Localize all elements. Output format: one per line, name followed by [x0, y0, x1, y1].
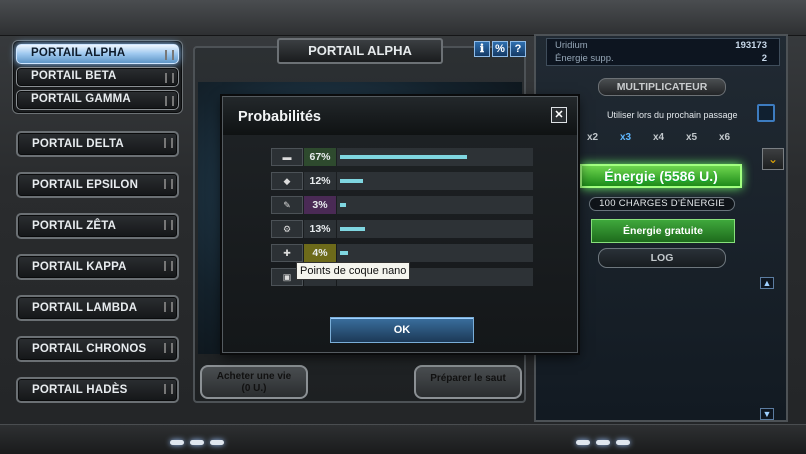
close-icon[interactable]: ✕: [551, 107, 567, 123]
chevron-down-icon[interactable]: ⌄: [762, 148, 784, 170]
wrench-icon: ✎: [271, 196, 303, 214]
multiplier-x4[interactable]: x4: [653, 132, 664, 143]
indicator-lights-right: [576, 440, 630, 445]
prepare-jump-label: Préparer le saut: [430, 373, 506, 384]
nav-portail-gamma[interactable]: PORTAIL GAMMA: [16, 90, 179, 110]
probability-bar: [340, 227, 365, 231]
extra-energy-value: 2: [761, 53, 767, 64]
probability-row: ⚙ 13%: [271, 220, 535, 238]
nav-portail-delta[interactable]: PORTAIL DELTA: [16, 131, 179, 157]
buy-life-cost: (0 U.): [241, 383, 267, 394]
probability-track: [337, 196, 533, 214]
multiplier-x3[interactable]: x3: [620, 132, 631, 143]
ammo-icon: ▬: [271, 148, 303, 166]
probability-percent: 4%: [304, 244, 336, 262]
multiplier-options: x2 x3 x4 x5 x6: [585, 132, 743, 146]
probability-bar: [340, 251, 348, 255]
scroll-up-icon[interactable]: ▲: [760, 277, 774, 289]
nav-portail-hades[interactable]: PORTAIL HADÈS: [16, 377, 179, 403]
probability-track: [337, 220, 533, 238]
buy-life-label: Acheter une vie: [216, 371, 292, 382]
info-icon[interactable]: ℹ: [474, 41, 490, 57]
multiplier-x5[interactable]: x5: [686, 132, 697, 143]
probability-percent: 12%: [304, 172, 336, 190]
nav-portail-alpha[interactable]: PORTAIL ALPHA: [16, 44, 179, 64]
nav-portail-chronos[interactable]: PORTAIL CHRONOS: [16, 336, 179, 362]
nav-portail-lambda[interactable]: PORTAIL LAMBDA: [16, 295, 179, 321]
probability-track: [337, 148, 533, 166]
extra-energy-label: Énergie supp.: [555, 53, 614, 64]
probability-percent: 67%: [304, 148, 336, 166]
gear-icon: ⚙: [271, 220, 303, 238]
nav-portail-epsilon[interactable]: PORTAIL EPSILON: [16, 172, 179, 198]
multiplier-x2[interactable]: x2: [587, 132, 598, 143]
rocket-icon: ◆: [271, 172, 303, 190]
uridium-row: Uridium 193173: [547, 39, 779, 52]
prepare-jump-button[interactable]: Préparer le saut: [414, 365, 522, 399]
probability-bar: [340, 155, 467, 159]
tooltip: Points de coque nano: [296, 262, 411, 280]
probabilities-dialog: Probabilités ✕ ▬67%◆12%✎3%⚙13%✚4%▣1% OK: [222, 96, 578, 353]
buy-life-button[interactable]: Acheter une vie (0 U.): [200, 365, 308, 399]
indicator-lights-left: [170, 440, 224, 445]
resources-box: Uridium 193173 Énergie supp. 2: [546, 38, 780, 66]
energy-charges-label: 100 CHARGES D'ÉNERGIE: [589, 197, 735, 211]
game-window: PORTAIL ALPHA PORTAIL BETA PORTAIL GAMMA…: [0, 0, 806, 454]
nav-portail-kappa[interactable]: PORTAIL KAPPA: [16, 254, 179, 280]
probability-track: [337, 172, 533, 190]
probability-row: ▬ 67%: [271, 148, 535, 166]
gate-title: PORTAIL ALPHA: [277, 38, 443, 64]
help-icon[interactable]: ?: [510, 41, 526, 57]
percent-icon[interactable]: %: [492, 41, 508, 57]
probability-row: ✚ 4%: [271, 244, 535, 262]
scroll-down-icon[interactable]: ▼: [760, 408, 774, 420]
multiplier-button[interactable]: MULTIPLICATEUR: [598, 78, 726, 96]
ok-button[interactable]: OK: [330, 317, 474, 343]
multiplier-x6[interactable]: x6: [719, 132, 730, 143]
probability-bar: [340, 203, 346, 207]
use-next-checkbox[interactable]: [757, 104, 775, 122]
uridium-value: 193173: [735, 40, 767, 51]
dialog-title: Probabilités: [238, 109, 321, 125]
top-frame: [0, 0, 806, 36]
probability-percent: 13%: [304, 220, 336, 238]
nav-portail-beta[interactable]: PORTAIL BETA: [16, 67, 179, 87]
probability-bar: [340, 179, 363, 183]
log-button[interactable]: LOG: [598, 248, 726, 268]
nav-portail-zeta[interactable]: PORTAIL ZÊTA: [16, 213, 179, 239]
free-energy-button[interactable]: Énergie gratuite: [591, 219, 735, 243]
extra-energy-row: Énergie supp. 2: [547, 52, 779, 65]
probability-track: [337, 244, 533, 262]
energy-button[interactable]: Énergie (5586 U.): [580, 164, 742, 188]
uridium-label: Uridium: [555, 40, 588, 51]
bottom-frame: [0, 424, 806, 454]
shield-icon: ✚: [271, 244, 303, 262]
use-next-label: Utiliser lors du prochain passage: [607, 110, 738, 120]
probability-row: ✎ 3%: [271, 196, 535, 214]
probability-percent: 3%: [304, 196, 336, 214]
probability-row: ◆ 12%: [271, 172, 535, 190]
